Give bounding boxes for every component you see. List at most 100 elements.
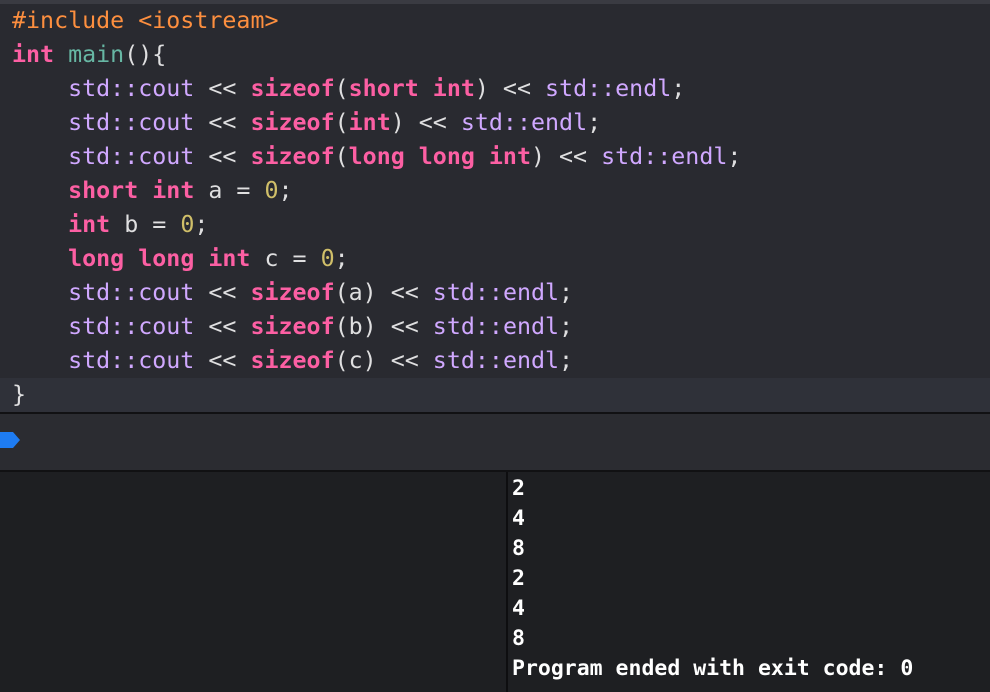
code-token: short int xyxy=(348,75,475,102)
code-token: main xyxy=(68,41,125,68)
code-token: ) << xyxy=(530,143,602,170)
debug-bar xyxy=(0,414,990,470)
code-token: ) << xyxy=(390,109,461,136)
code-token: endl xyxy=(502,313,560,340)
code-token: 0 xyxy=(264,177,279,204)
code-token: ; xyxy=(559,279,574,306)
code-token: std:: xyxy=(12,75,139,102)
code-token: ; xyxy=(587,109,602,136)
code-token: cout xyxy=(138,143,195,170)
code-token: sizeof xyxy=(250,347,335,374)
console-line: 4 xyxy=(512,596,525,621)
code-line[interactable]: std::cout << sizeof(a) << std::endl; xyxy=(12,276,573,310)
code-token: std:: xyxy=(545,75,616,102)
code-token: cout xyxy=(138,279,195,306)
code-token: std:: xyxy=(12,313,139,340)
code-token: endl xyxy=(531,109,588,136)
code-token: std:: xyxy=(460,109,531,136)
code-line[interactable]: #include <iostream> xyxy=(12,4,279,38)
code-token: sizeof xyxy=(250,313,335,340)
code-token: } xyxy=(12,381,27,408)
code-token: ; xyxy=(559,347,574,374)
code-token: (){ xyxy=(124,41,167,68)
code-token: 0 xyxy=(320,245,335,272)
code-line[interactable]: std::cout << sizeof(short int) << std::e… xyxy=(12,72,685,106)
code-token: cout xyxy=(138,109,195,136)
code-token: std:: xyxy=(12,347,139,374)
code-token: << xyxy=(194,75,251,102)
code-line[interactable]: short int a = 0; xyxy=(12,174,293,208)
code-token: ) << xyxy=(474,75,546,102)
code-line[interactable]: std::cout << sizeof(b) << std::endl; xyxy=(12,310,573,344)
code-token: std:: xyxy=(601,143,672,170)
code-token: long long int xyxy=(348,143,531,170)
source-editor[interactable]: #include <iostream>int main(){ std::cout… xyxy=(0,0,990,412)
code-token: sizeof xyxy=(250,143,335,170)
code-token: std:: xyxy=(12,279,139,306)
code-line[interactable]: std::cout << sizeof(long long int) << st… xyxy=(12,140,741,174)
console-output[interactable]: 2 4 8 2 4 8 Program ended with exit code: 0 xyxy=(508,472,990,692)
code-token: std:: xyxy=(12,109,139,136)
code-token: 0 xyxy=(180,211,195,238)
code-token: (a) << xyxy=(334,279,433,306)
code-token: ; xyxy=(671,75,686,102)
code-token: << xyxy=(194,313,251,340)
code-token: int xyxy=(68,211,111,238)
code-token: endl xyxy=(502,279,560,306)
code-token: cout xyxy=(138,347,195,374)
code-line[interactable]: long long int c = 0; xyxy=(12,242,349,276)
code-token: int xyxy=(348,109,391,136)
console-line: 8 xyxy=(512,626,525,651)
console-line: Program ended with exit code: 0 xyxy=(512,656,914,681)
code-token: ( xyxy=(334,143,349,170)
code-token: ( xyxy=(334,75,349,102)
code-token: sizeof xyxy=(250,109,335,136)
code-line[interactable]: std::cout << sizeof(c) << std::endl; xyxy=(12,344,573,378)
code-token: ; xyxy=(194,211,209,238)
code-line[interactable]: } xyxy=(0,378,990,412)
console-line: 2 xyxy=(512,566,525,591)
code-token: b = xyxy=(110,211,181,238)
code-line[interactable]: std::cout << sizeof(int) << std::endl; xyxy=(12,106,601,140)
code-token: ; xyxy=(559,313,574,340)
code-token: endl xyxy=(615,75,672,102)
code-line[interactable]: int main(){ xyxy=(12,38,166,72)
console-line: 4 xyxy=(512,506,525,531)
code-token: std:: xyxy=(432,313,503,340)
code-token: << xyxy=(194,143,251,170)
code-token: ( xyxy=(334,109,349,136)
code-token: endl xyxy=(502,347,560,374)
code-token: c = xyxy=(250,245,321,272)
code-token: ; xyxy=(278,177,293,204)
code-token: << xyxy=(194,347,251,374)
code-token: std:: xyxy=(12,143,139,170)
code-token: #include <iostream> xyxy=(12,7,279,34)
console-line: 2 xyxy=(512,476,525,501)
code-token: std:: xyxy=(432,347,503,374)
code-token: cout xyxy=(138,75,195,102)
code-token: (c) << xyxy=(334,347,433,374)
code-token: std:: xyxy=(432,279,503,306)
code-token: cout xyxy=(138,313,195,340)
code-token: endl xyxy=(671,143,728,170)
code-token: long long int xyxy=(68,245,251,272)
variables-view[interactable] xyxy=(0,472,506,692)
code-line[interactable]: int b = 0; xyxy=(12,208,208,242)
code-token: sizeof xyxy=(250,75,335,102)
console-line: 8 xyxy=(512,536,525,561)
code-token: short int xyxy=(68,177,195,204)
code-token: << xyxy=(194,109,251,136)
code-token: (b) << xyxy=(334,313,433,340)
code-token: << xyxy=(194,279,251,306)
code-token: ; xyxy=(334,245,349,272)
code-token: int xyxy=(12,41,55,68)
code-token: ; xyxy=(727,143,742,170)
code-token: a = xyxy=(194,177,265,204)
debug-location-marker-icon[interactable] xyxy=(0,432,20,448)
xcode-window: #include <iostream>int main(){ std::cout… xyxy=(0,0,990,692)
code-token: sizeof xyxy=(250,279,335,306)
